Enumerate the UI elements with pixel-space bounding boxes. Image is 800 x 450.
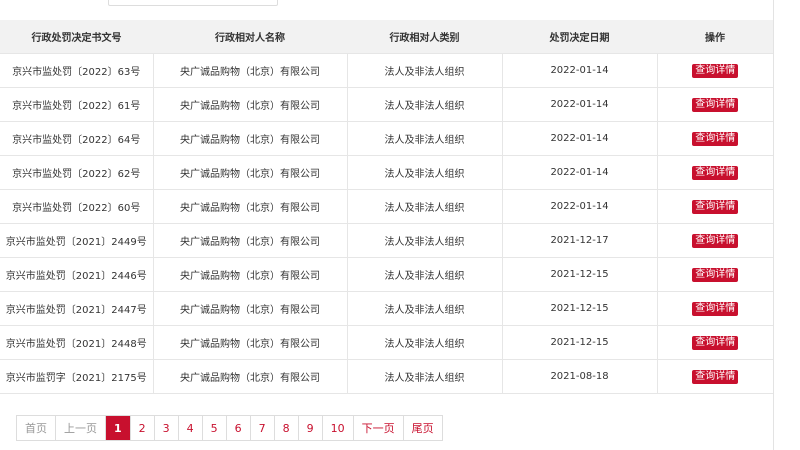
page-number-button[interactable]: 9 bbox=[298, 416, 323, 440]
date-cell: 2021-12-17 bbox=[502, 223, 658, 258]
doc-no-cell: 京兴市监处罚〔2021〕2449号 bbox=[0, 223, 154, 258]
table-row: 京兴市监处罚〔2021〕2446号 央广诚品购物（北京）有限公司 法人及非法人组织 2… bbox=[0, 257, 773, 292]
table-row: 京兴市监罚字〔2021〕2175号 央广诚品购物（北京）有限公司 法人及非法人组织 2… bbox=[0, 359, 773, 394]
category-cell: 法人及非法人组织 bbox=[347, 257, 503, 292]
column-header-category: 行政相对人类别 bbox=[347, 20, 502, 54]
table-row: 京兴市监处罚〔2022〕64号 央广诚品购物（北京）有限公司 法人及非法人组织 202… bbox=[0, 121, 773, 156]
doc-no-cell: 京兴市监罚字〔2021〕2175号 bbox=[0, 359, 154, 394]
page-number-button[interactable]: 2 bbox=[130, 416, 155, 440]
date-cell: 2021-12-15 bbox=[502, 257, 658, 292]
date-cell: 2021-12-15 bbox=[502, 291, 658, 326]
page-number-button[interactable]: 3 bbox=[154, 416, 179, 440]
search-input[interactable] bbox=[108, 0, 278, 6]
category-cell: 法人及非法人组织 bbox=[347, 155, 503, 190]
prev-page-button[interactable]: 上一页 bbox=[56, 416, 106, 440]
name-cell: 央广诚品购物（北京）有限公司 bbox=[153, 291, 348, 326]
doc-no-cell: 京兴市监处罚〔2022〕61号 bbox=[0, 87, 154, 122]
table-row: 京兴市监处罚〔2022〕62号 央广诚品购物（北京）有限公司 法人及非法人组织 202… bbox=[0, 155, 773, 190]
content-divider bbox=[773, 0, 774, 450]
name-cell: 央广诚品购物（北京）有限公司 bbox=[153, 223, 348, 258]
name-cell: 央广诚品购物（北京）有限公司 bbox=[153, 53, 348, 88]
action-cell: 查询详情 bbox=[657, 121, 773, 156]
action-cell: 查询详情 bbox=[657, 53, 773, 88]
action-cell: 查询详情 bbox=[657, 325, 773, 360]
category-cell: 法人及非法人组织 bbox=[347, 121, 503, 156]
view-details-button[interactable]: 查询详情 bbox=[692, 301, 739, 316]
action-cell: 查询详情 bbox=[657, 155, 773, 190]
pagination: 首页 上一页 1 2 3 4 5 6 7 8 9 10 下一页 尾页 bbox=[16, 415, 443, 441]
table-row: 京兴市监处罚〔2021〕2447号 央广诚品购物（北京）有限公司 法人及非法人组织 2… bbox=[0, 291, 773, 326]
doc-no-cell: 京兴市监处罚〔2022〕64号 bbox=[0, 121, 154, 156]
column-header-date: 处罚决定日期 bbox=[502, 20, 657, 54]
category-cell: 法人及非法人组织 bbox=[347, 359, 503, 394]
last-page-button[interactable]: 尾页 bbox=[403, 416, 443, 440]
table-row: 京兴市监处罚〔2022〕63号 央广诚品购物（北京）有限公司 法人及非法人组织 202… bbox=[0, 53, 773, 88]
view-details-button[interactable]: 查询详情 bbox=[692, 131, 739, 146]
category-cell: 法人及非法人组织 bbox=[347, 87, 503, 122]
doc-no-cell: 京兴市监处罚〔2021〕2447号 bbox=[0, 291, 154, 326]
column-header-name: 行政相对人名称 bbox=[153, 20, 347, 54]
penalty-table: 行政处罚决定书文号 行政相对人名称 行政相对人类别 处罚决定日期 操作 京兴市监… bbox=[0, 20, 773, 394]
name-cell: 央广诚品购物（北京）有限公司 bbox=[153, 325, 348, 360]
table-row: 京兴市监处罚〔2021〕2449号 央广诚品购物（北京）有限公司 法人及非法人组织 2… bbox=[0, 223, 773, 258]
page-number-button[interactable]: 5 bbox=[202, 416, 227, 440]
page-number-button[interactable]: 10 bbox=[322, 416, 354, 440]
name-cell: 央广诚品购物（北京）有限公司 bbox=[153, 155, 348, 190]
table-row: 京兴市监处罚〔2022〕61号 央广诚品购物（北京）有限公司 法人及非法人组织 202… bbox=[0, 87, 773, 122]
category-cell: 法人及非法人组织 bbox=[347, 189, 503, 224]
category-cell: 法人及非法人组织 bbox=[347, 325, 503, 360]
name-cell: 央广诚品购物（北京）有限公司 bbox=[153, 359, 348, 394]
doc-no-cell: 京兴市监处罚〔2022〕62号 bbox=[0, 155, 154, 190]
date-cell: 2022-01-14 bbox=[502, 189, 658, 224]
view-details-button[interactable]: 查询详情 bbox=[692, 63, 739, 78]
table-row: 京兴市监处罚〔2022〕60号 央广诚品购物（北京）有限公司 法人及非法人组织 202… bbox=[0, 189, 773, 224]
date-cell: 2021-08-18 bbox=[502, 359, 658, 394]
page-number-button[interactable]: 6 bbox=[226, 416, 251, 440]
view-details-button[interactable]: 查询详情 bbox=[692, 369, 739, 384]
page-number-button[interactable]: 8 bbox=[274, 416, 299, 440]
view-details-button[interactable]: 查询详情 bbox=[692, 335, 739, 350]
page-number-button[interactable]: 4 bbox=[178, 416, 203, 440]
table-header-row: 行政处罚决定书文号 行政相对人名称 行政相对人类别 处罚决定日期 操作 bbox=[0, 20, 773, 54]
next-page-button[interactable]: 下一页 bbox=[353, 416, 404, 440]
view-details-button[interactable]: 查询详情 bbox=[692, 233, 739, 248]
column-header-doc-no: 行政处罚决定书文号 bbox=[0, 20, 153, 54]
view-details-button[interactable]: 查询详情 bbox=[692, 97, 739, 112]
date-cell: 2022-01-14 bbox=[502, 53, 658, 88]
name-cell: 央广诚品购物（北京）有限公司 bbox=[153, 189, 348, 224]
date-cell: 2021-12-15 bbox=[502, 325, 658, 360]
date-cell: 2022-01-14 bbox=[502, 155, 658, 190]
name-cell: 央广诚品购物（北京）有限公司 bbox=[153, 87, 348, 122]
action-cell: 查询详情 bbox=[657, 359, 773, 394]
view-details-button[interactable]: 查询详情 bbox=[692, 267, 739, 282]
date-cell: 2022-01-14 bbox=[502, 121, 658, 156]
action-cell: 查询详情 bbox=[657, 257, 773, 292]
doc-no-cell: 京兴市监处罚〔2022〕60号 bbox=[0, 189, 154, 224]
doc-no-cell: 京兴市监处罚〔2021〕2448号 bbox=[0, 325, 154, 360]
name-cell: 央广诚品购物（北京）有限公司 bbox=[153, 121, 348, 156]
category-cell: 法人及非法人组织 bbox=[347, 223, 503, 258]
action-cell: 查询详情 bbox=[657, 291, 773, 326]
page-number-button[interactable]: 7 bbox=[250, 416, 275, 440]
category-cell: 法人及非法人组织 bbox=[347, 291, 503, 326]
doc-no-cell: 京兴市监处罚〔2022〕63号 bbox=[0, 53, 154, 88]
action-cell: 查询详情 bbox=[657, 87, 773, 122]
date-cell: 2022-01-14 bbox=[502, 87, 658, 122]
view-details-button[interactable]: 查询详情 bbox=[692, 199, 739, 214]
column-header-action: 操作 bbox=[657, 20, 773, 54]
action-cell: 查询详情 bbox=[657, 189, 773, 224]
doc-no-cell: 京兴市监处罚〔2021〕2446号 bbox=[0, 257, 154, 292]
page-number-button[interactable]: 1 bbox=[106, 416, 131, 440]
action-cell: 查询详情 bbox=[657, 223, 773, 258]
category-cell: 法人及非法人组织 bbox=[347, 53, 503, 88]
view-details-button[interactable]: 查询详情 bbox=[692, 165, 739, 180]
table-row: 京兴市监处罚〔2021〕2448号 央广诚品购物（北京）有限公司 法人及非法人组织 2… bbox=[0, 325, 773, 360]
name-cell: 央广诚品购物（北京）有限公司 bbox=[153, 257, 348, 292]
first-page-button[interactable]: 首页 bbox=[17, 416, 56, 440]
